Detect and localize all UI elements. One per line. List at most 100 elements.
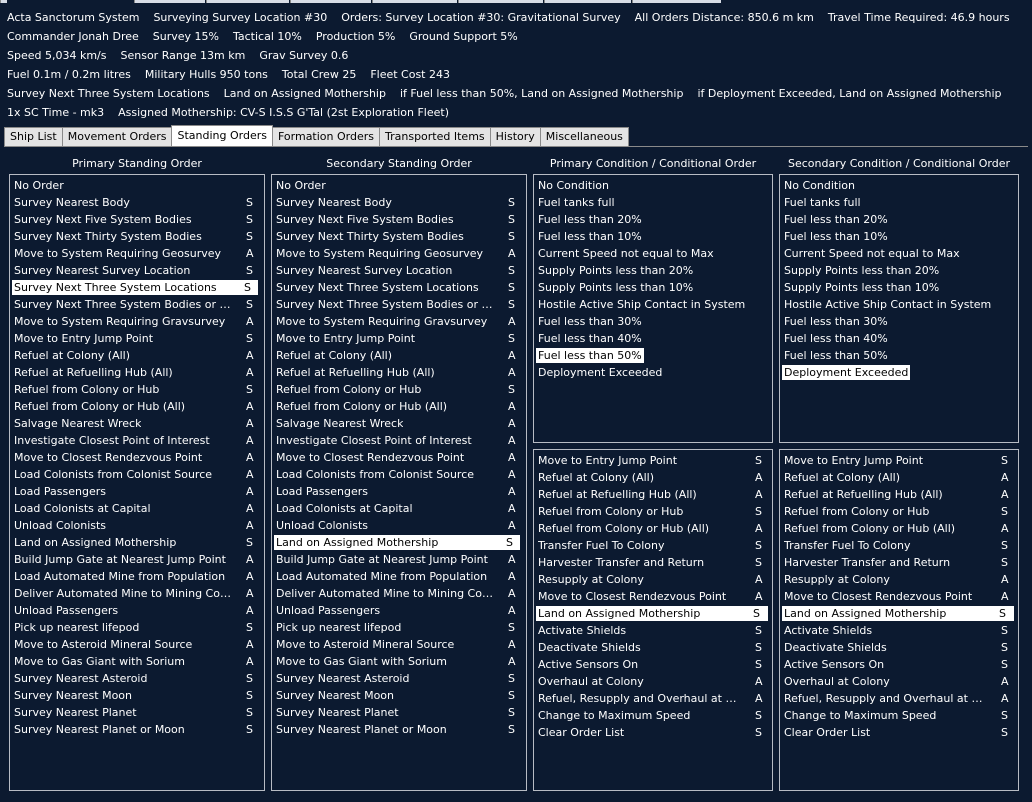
secondary-conditional-order-item[interactable]: Deactivate Shields S (784, 640, 1008, 655)
tab-miscellaneous[interactable]: Miscellaneous (539, 127, 629, 146)
primary-order-item[interactable]: Move to Entry Jump Point S (14, 331, 253, 346)
primary-order-item[interactable]: Move to System Requiring Gravsurvey A (14, 314, 254, 329)
secondary-order-item[interactable]: Build Jump Gate at Nearest Jump Point A (276, 552, 516, 567)
primary-conditional-order-item[interactable]: Change to Maximum Speed S (538, 708, 762, 723)
primary-condition-item[interactable]: Hostile Active Ship Contact in System (538, 297, 745, 312)
primary-order-item[interactable]: Load Automated Mine from Population A (14, 569, 254, 584)
secondary-conditional-order-item[interactable]: Refuel from Colony or Hub S (784, 504, 1008, 519)
secondary-conditional-order-item[interactable]: Refuel from Colony or Hub (All) A (784, 521, 1009, 536)
secondary-conditional-order-item[interactable]: Refuel at Colony (All) A (784, 470, 1009, 485)
secondary-conditional-order-item[interactable]: Resupply at Colony A (784, 572, 1009, 587)
secondary-order-item[interactable]: Survey Next Five System Bodies S (276, 212, 515, 227)
primary-order-item[interactable]: Survey Nearest Asteroid S (14, 671, 253, 686)
primary-order-item[interactable]: Deliver Automated Mine to Mining Colony A (14, 586, 254, 601)
primary-conditional-order-item[interactable]: Move to Entry Jump Point S (538, 453, 762, 468)
secondary-condition-item[interactable]: Hostile Active Ship Contact in System (784, 297, 991, 312)
secondary-conditional-order-item[interactable]: Change to Maximum Speed S (784, 708, 1008, 723)
secondary-order-item[interactable]: Survey Next Three System Locations S (276, 280, 515, 295)
primary-condition-item[interactable]: Fuel less than 40% (538, 331, 642, 346)
secondary-condition-item[interactable]: Supply Points less than 10% (784, 280, 939, 295)
secondary-condition-item[interactable]: Fuel less than 50% (784, 348, 888, 363)
secondary-condition-item[interactable]: Fuel less than 40% (784, 331, 888, 346)
primary-order-item[interactable]: Unload Colonists A (14, 518, 254, 533)
secondary-condition-item[interactable]: Fuel tanks full (784, 195, 861, 210)
tab-transported-items[interactable]: Transported Items (379, 127, 491, 146)
secondary-condition-item[interactable]: Current Speed not equal to Max (784, 246, 960, 261)
primary-conditional-order-item[interactable]: Deactivate Shields S (538, 640, 762, 655)
secondary-condition-item[interactable]: Fuel less than 30% (784, 314, 888, 329)
primary-condition-item[interactable]: Fuel tanks full (538, 195, 615, 210)
primary-order-item[interactable]: Survey Next Five System Bodies S (14, 212, 253, 227)
secondary-order-item[interactable]: Load Colonists from Colonist Source A (276, 467, 516, 482)
secondary-order-item[interactable]: Refuel from Colony or Hub S (276, 382, 515, 397)
secondary-order-item[interactable]: Survey Next Thirty System Bodies S (276, 229, 515, 244)
secondary-order-item[interactable]: Survey Nearest Planet S (276, 705, 515, 720)
secondary-conditional-order-item[interactable]: Harvester Transfer and Return S (784, 555, 1008, 570)
primary-conditional-order-list[interactable]: Move to Entry Jump Point S Refuel at Colon… (533, 449, 773, 791)
secondary-order-item[interactable]: Move to Gas Giant with Sorium A (276, 654, 516, 669)
secondary-order-item[interactable]: Load Passengers A (276, 484, 516, 499)
secondary-conditional-order-item[interactable]: Transfer Fuel To Colony S (784, 538, 1008, 553)
secondary-conditional-order-item[interactable]: Land on Assigned Mothership S (782, 606, 1014, 621)
secondary-condition-item[interactable]: Supply Points less than 20% (784, 263, 939, 278)
secondary-conditional-order-item[interactable]: Active Sensors On S (784, 657, 1008, 672)
primary-order-item[interactable]: Load Passengers A (14, 484, 254, 499)
secondary-condition-item[interactable]: Fuel less than 20% (784, 212, 888, 227)
tab-standing-orders[interactable]: Standing Orders (171, 125, 273, 147)
primary-order-item[interactable]: Survey Nearest Survey Location S (14, 263, 253, 278)
secondary-conditional-order-item[interactable]: Clear Order List S (784, 725, 1008, 740)
primary-conditional-order-item[interactable]: Move to Closest Rendezvous Point A (538, 589, 763, 604)
primary-conditional-order-item[interactable]: Harvester Transfer and Return S (538, 555, 762, 570)
secondary-conditional-order-item[interactable]: Activate Shields S (784, 623, 1008, 638)
tab-formation-orders[interactable]: Formation Orders (271, 127, 380, 146)
secondary-order-item[interactable]: Refuel from Colony or Hub (All) A (276, 399, 516, 414)
primary-condition-item[interactable]: Current Speed not equal to Max (538, 246, 714, 261)
primary-order-item[interactable]: Survey Nearest Body S (14, 195, 253, 210)
secondary-conditional-order-item[interactable]: Refuel, Resupply and Overhaul at Colony A (784, 691, 1009, 706)
secondary-condition-item[interactable]: Fuel less than 10% (784, 229, 888, 244)
primary-order-item[interactable]: Move to Gas Giant with Sorium A (14, 654, 254, 669)
primary-order-item[interactable]: Load Colonists from Colonist Source A (14, 467, 254, 482)
primary-order-item[interactable]: Refuel at Refuelling Hub (All) A (14, 365, 254, 380)
primary-conditional-order-item[interactable]: Refuel from Colony or Hub (All) A (538, 521, 763, 536)
primary-conditional-order-item[interactable]: Refuel at Refuelling Hub (All) A (538, 487, 763, 502)
secondary-condition-list[interactable]: No Condition Fuel tanks full Fuel less tha… (779, 174, 1019, 443)
secondary-order-item[interactable]: Survey Nearest Survey Location S (276, 263, 515, 278)
primary-condition-item[interactable]: Fuel less than 50% (536, 348, 644, 363)
primary-conditional-order-item[interactable]: Land on Assigned Mothership S (536, 606, 768, 621)
primary-order-item[interactable]: Survey Next Three System Bodies or Locat… (14, 297, 253, 312)
secondary-order-item[interactable]: Move to Closest Rendezvous Point A (276, 450, 516, 465)
secondary-order-item[interactable]: Survey Nearest Asteroid S (276, 671, 515, 686)
secondary-order-item[interactable]: Load Colonists at Capital A (276, 501, 516, 516)
secondary-conditional-order-item[interactable]: Move to Entry Jump Point S (784, 453, 1008, 468)
secondary-condition-item[interactable]: Deployment Exceeded (782, 365, 911, 380)
primary-conditional-order-item[interactable]: Refuel at Colony (All) A (538, 470, 763, 485)
secondary-order-item[interactable]: Survey Nearest Planet or Moon S (276, 722, 515, 737)
primary-condition-item[interactable]: Fuel less than 20% (538, 212, 642, 227)
secondary-conditional-order-item[interactable]: Move to Closest Rendezvous Point A (784, 589, 1009, 604)
secondary-order-item[interactable]: Deliver Automated Mine to Mining Colony A (276, 586, 516, 601)
secondary-condition-item[interactable]: No Condition (784, 178, 855, 193)
primary-order-item[interactable]: No Order (14, 178, 64, 193)
primary-order-item[interactable]: Land on Assigned Mothership S (14, 535, 253, 550)
primary-conditional-order-item[interactable]: Refuel, Resupply and Overhaul at Colony A (538, 691, 763, 706)
secondary-order-item[interactable]: Move to System Requiring Geosurvey A (276, 246, 516, 261)
secondary-order-item[interactable]: Move to Entry Jump Point S (276, 331, 515, 346)
primary-standing-order-list[interactable]: No Order Survey Nearest Body S Survey Next … (9, 174, 265, 791)
secondary-order-item[interactable]: Unload Colonists A (276, 518, 516, 533)
secondary-order-item[interactable]: Move to Asteroid Mineral Source A (276, 637, 516, 652)
secondary-order-item[interactable]: No Order (276, 178, 326, 193)
primary-order-item[interactable]: Salvage Nearest Wreck A (14, 416, 254, 431)
primary-condition-item[interactable]: Fuel less than 30% (538, 314, 642, 329)
primary-order-item[interactable]: Move to Asteroid Mineral Source A (14, 637, 254, 652)
secondary-conditional-order-item[interactable]: Refuel at Refuelling Hub (All) A (784, 487, 1009, 502)
primary-order-item[interactable]: Build Jump Gate at Nearest Jump Point A (14, 552, 254, 567)
tab-movement-orders[interactable]: Movement Orders (61, 127, 173, 146)
primary-order-item[interactable]: Survey Nearest Planet S (14, 705, 253, 720)
primary-condition-item[interactable]: No Condition (538, 178, 609, 193)
primary-condition-item[interactable]: Supply Points less than 10% (538, 280, 693, 295)
primary-order-item[interactable]: Investigate Closest Point of Interest A (14, 433, 254, 448)
primary-conditional-order-item[interactable]: Resupply at Colony A (538, 572, 763, 587)
primary-conditional-order-item[interactable]: Transfer Fuel To Colony S (538, 538, 762, 553)
secondary-order-item[interactable]: Survey Next Three System Bodies or Locat… (276, 297, 515, 312)
